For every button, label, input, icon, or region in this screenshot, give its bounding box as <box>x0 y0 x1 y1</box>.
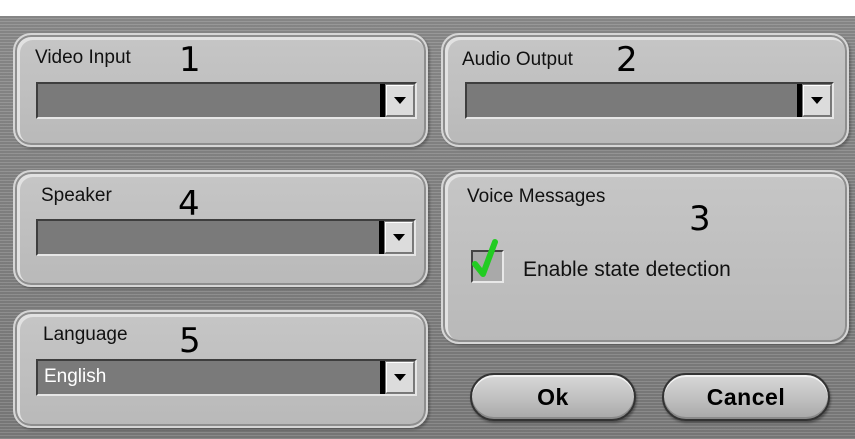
language-label: Language <box>43 324 128 345</box>
language-value: English <box>44 366 107 387</box>
language-select[interactable]: English <box>36 359 417 396</box>
video-input-label: Video Input <box>35 47 131 68</box>
video-input-number: 1 <box>179 40 201 80</box>
speaker-label: Speaker <box>41 185 112 206</box>
audio-output-label: Audio Output <box>462 49 573 70</box>
language-panel: Language 5 English <box>13 310 428 428</box>
voice-messages-number: 3 <box>689 199 711 239</box>
select-divider <box>380 84 385 117</box>
speaker-panel: Speaker 4 <box>13 170 428 287</box>
checkmark-icon <box>472 239 498 277</box>
video-input-panel: Video Input 1 <box>13 33 428 147</box>
chevron-down-icon <box>811 97 823 104</box>
speaker-dropdown-button[interactable] <box>385 222 413 253</box>
audio-output-number: 2 <box>616 40 638 80</box>
voice-messages-label: Voice Messages <box>467 186 606 207</box>
select-divider <box>380 361 385 394</box>
chevron-down-icon <box>394 97 406 104</box>
language-number: 5 <box>179 321 201 361</box>
select-divider <box>797 84 802 117</box>
speaker-number: 4 <box>178 184 200 224</box>
audio-output-select[interactable] <box>465 82 834 119</box>
select-divider <box>379 221 384 254</box>
cancel-button[interactable]: Cancel <box>662 373 830 421</box>
enable-state-detection-label[interactable]: Enable state detection <box>523 258 731 282</box>
ok-button[interactable]: Ok <box>470 373 636 421</box>
video-input-select[interactable] <box>36 82 417 119</box>
chevron-down-icon <box>393 234 405 241</box>
audio-output-panel: Audio Output 2 <box>441 33 849 147</box>
settings-window: Video Input 1 Audio Output 2 Speaker 4 V… <box>0 16 855 439</box>
speaker-select[interactable] <box>36 219 416 256</box>
enable-state-detection-checkbox[interactable] <box>471 239 504 283</box>
chevron-down-icon <box>394 374 406 381</box>
voice-messages-panel: Voice Messages 3 Enable state detection <box>441 170 849 344</box>
video-input-dropdown-button[interactable] <box>386 85 414 116</box>
language-dropdown-button[interactable] <box>386 362 414 393</box>
audio-output-dropdown-button[interactable] <box>803 85 831 116</box>
